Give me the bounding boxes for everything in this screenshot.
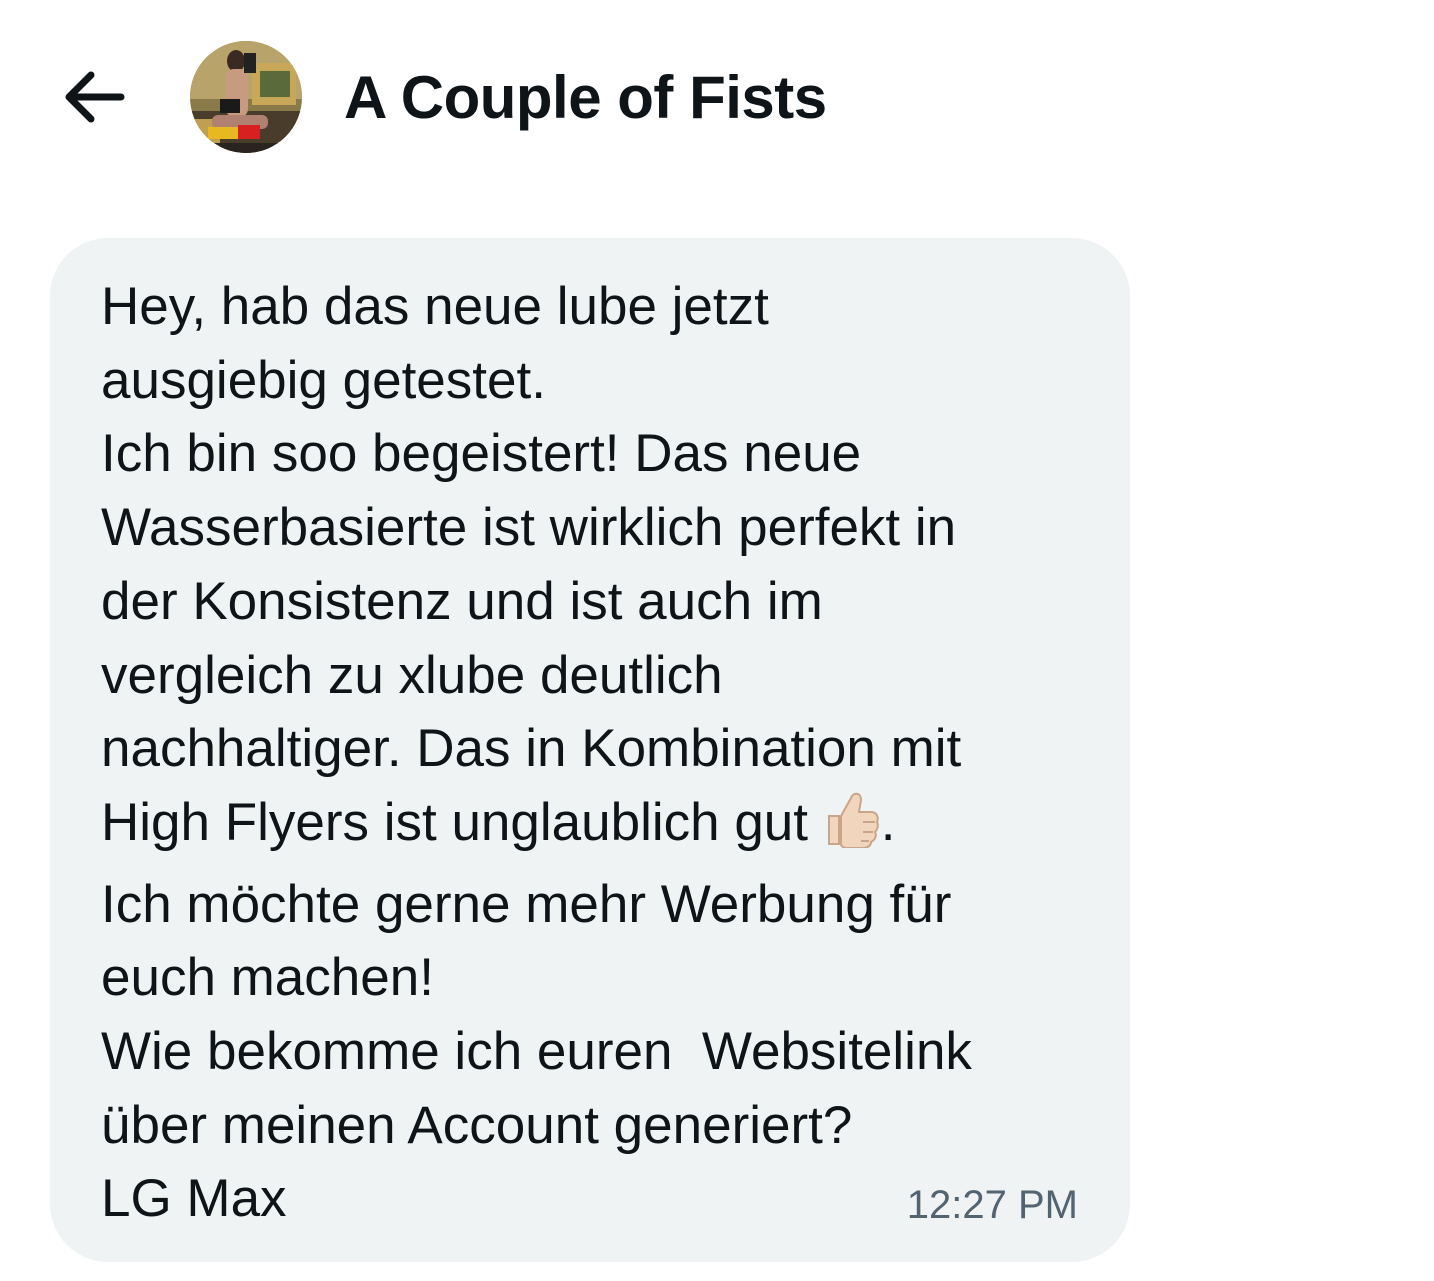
message-bubble[interactable]: Hey, hab das neue lube jetzt ausgiebig g… — [50, 238, 1130, 1262]
message-line: über meinen Account generiert? — [101, 1095, 853, 1155]
message-line: ausgiebig getestet. — [101, 350, 546, 410]
message-line: Ich möchte gerne mehr Werbung für — [101, 874, 952, 934]
message-line: Hey, hab das neue lube jetzt — [101, 277, 769, 336]
profile-photo — [190, 41, 302, 153]
arrow-left-icon — [65, 71, 125, 123]
thumbs-up-icon — [823, 788, 881, 868]
conversation-title[interactable]: A Couple of Fists — [344, 60, 827, 136]
message-line: der Konsistenz und ist auch im — [101, 571, 823, 631]
message-line: Wie bekomme ich euren Websitelink — [101, 1022, 972, 1082]
message-line: vergleich zu xlube deutlich — [101, 645, 723, 705]
avatar[interactable] — [190, 41, 302, 153]
message-line: nachhaltiger. Das in Kombination mit — [101, 719, 962, 779]
message-line: Ich bin soo begeistert! Das neue — [101, 424, 862, 484]
message-line-with-emoji: High Flyers ist unglaublich gut . — [101, 786, 1101, 868]
message-line: Wasserbasierte ist wirklich perfekt in — [101, 498, 957, 558]
conversation-header: A Couple of Fists — [0, 0, 1434, 195]
message-line: euch machen! — [101, 948, 434, 1008]
message-timestamp: 12:27 PM — [906, 1183, 1078, 1227]
message-line-suffix: . — [880, 792, 896, 852]
message-text: Hey, hab das neue lube jetzt ausgiebig g… — [101, 270, 1101, 1236]
back-button[interactable] — [50, 62, 136, 132]
message-line-text: High Flyers ist unglaublich gut — [101, 792, 809, 852]
